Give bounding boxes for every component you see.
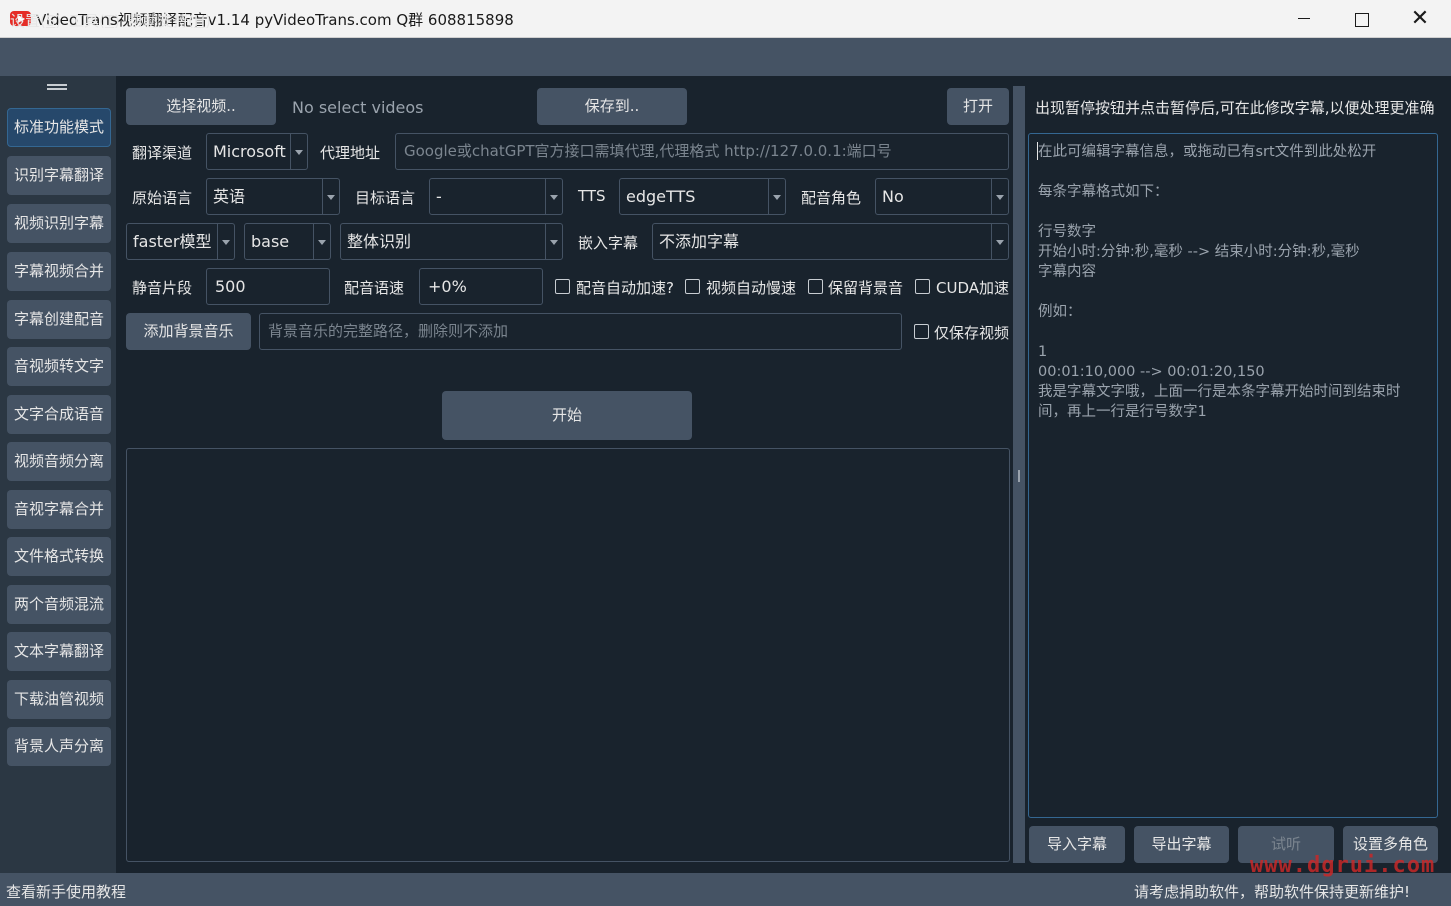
sidebar-item-video-recognize[interactable]: 视频识别字幕	[7, 204, 111, 243]
sidebar-item-subtitle-merge[interactable]: 字幕视频合并	[7, 252, 111, 291]
select-video-button[interactable]: 选择视频..	[126, 88, 276, 125]
auto-speed-label[interactable]: 配音自动加速?	[576, 277, 674, 298]
add-bgm-button[interactable]: 添加背景音乐	[126, 313, 251, 350]
video-slow-label[interactable]: 视频自动慢速	[706, 277, 796, 298]
tts-label: TTS	[578, 187, 606, 205]
sidebar-item-av-sub-merge[interactable]: 音视字幕合并	[7, 490, 111, 529]
recognition-mode-select[interactable]: 整体识别	[340, 223, 563, 260]
only-video-checkbox[interactable]	[914, 324, 929, 339]
video-slow-checkbox[interactable]	[685, 279, 700, 294]
only-video-label[interactable]: 仅保存视频	[934, 322, 1009, 343]
model-size-select[interactable]: base	[244, 223, 331, 260]
translate-channel-label: 翻译渠道	[132, 144, 193, 162]
editor-line: 00:01:10,000 --> 00:01:20,150	[1038, 364, 1265, 380]
start-button[interactable]: 开始	[442, 391, 692, 440]
menu-settings[interactable]: 设置(S)	[10, 10, 61, 31]
source-language-select[interactable]: 英语	[206, 178, 340, 215]
embed-subtitle-label: 嵌入字幕	[578, 234, 639, 252]
sidebar-item-text-translate[interactable]: 文本字幕翻译	[7, 632, 111, 671]
sidebar-item-av-to-text[interactable]: 音视频转文字	[7, 347, 111, 386]
selected-video-label: No select videos	[292, 98, 424, 117]
silence-segment-label: 静音片段	[132, 279, 193, 297]
sidebar-item-subtitle-dub[interactable]: 字幕创建配音	[7, 300, 111, 339]
chevron-down-icon	[217, 224, 234, 259]
tutorial-link[interactable]: 查看新手使用教程	[6, 881, 126, 902]
save-to-button[interactable]: 保存到..	[537, 88, 687, 125]
cuda-label[interactable]: CUDA加速	[936, 277, 1009, 298]
keep-bg-checkbox[interactable]	[808, 279, 823, 294]
close-button[interactable]: ✕	[1391, 0, 1449, 38]
minimize-button[interactable]	[1275, 0, 1333, 38]
keep-bg-label[interactable]: 保留背景音	[828, 277, 903, 298]
target-language-select[interactable]: -	[429, 178, 563, 215]
export-subtitle-button[interactable]: 导出字幕	[1134, 826, 1229, 863]
translate-channel-select[interactable]: Microsoft	[206, 133, 308, 170]
import-subtitle-button[interactable]: 导入字幕	[1029, 826, 1125, 863]
proxy-input[interactable]: Google或chatGPT官方接口需填代理,代理格式 http://127.0…	[395, 133, 1009, 170]
editor-line: 每条字幕格式如下：	[1038, 184, 1169, 200]
donate-link[interactable]: 请考虑捐助软件，帮助软件保持更新维护!	[1134, 881, 1410, 902]
maximize-button[interactable]	[1333, 0, 1391, 38]
sidebar-toggle-icon[interactable]	[47, 84, 67, 90]
sidebar-item-audio-mix[interactable]: 两个音频混流	[7, 585, 111, 624]
model-type-select[interactable]: faster模型	[126, 223, 235, 260]
sidebar-item-recognize-translate[interactable]: 识别字幕翻译	[7, 156, 111, 195]
editor-line: 例如：	[1038, 304, 1082, 320]
sidebar-item-youtube-download[interactable]: 下载油管视频	[7, 680, 111, 719]
tts-select[interactable]: edgeTTS	[619, 178, 786, 215]
sidebar-item-text-to-speech[interactable]: 文字合成语音	[7, 395, 111, 434]
chevron-down-icon	[290, 134, 307, 169]
dub-speed-input[interactable]: +0%	[419, 268, 543, 305]
chevron-down-icon	[322, 179, 339, 214]
editor-line: 1	[1038, 344, 1048, 360]
chevron-down-icon	[545, 224, 562, 259]
target-language-label: 目标语言	[355, 189, 416, 207]
bgm-path-input[interactable]: 背景音乐的完整路径，删除则不添加	[259, 313, 902, 350]
menu-bar	[0, 38, 1451, 76]
editor-line: 行号数字	[1038, 224, 1096, 240]
source-language-label: 原始语言	[132, 189, 193, 207]
silence-segment-input[interactable]: 500	[206, 268, 330, 305]
voice-role-label: 配音角色	[801, 189, 862, 207]
chevron-down-icon	[313, 224, 330, 259]
sidebar-item-format-convert[interactable]: 文件格式转换	[7, 537, 111, 576]
editor-line: 我是字幕文字哦，上面一行是本条字幕开始时间到结束时间，再上一行是行号数字1	[1038, 384, 1401, 420]
sidebar-item-av-separate[interactable]: 视频音频分离	[7, 442, 111, 481]
auto-speed-checkbox[interactable]	[555, 279, 570, 294]
menu-tools[interactable]: 工具(T)	[69, 10, 120, 31]
menu-help[interactable]: 帮助支持(H)	[128, 10, 211, 31]
embed-subtitle-select[interactable]: 不添加字幕	[652, 223, 1009, 260]
subtitle-editor[interactable]: 在此可编辑字幕信息，或拖动已有srt文件到此处松开 每条字幕格式如下： 行号数字…	[1028, 133, 1438, 818]
splitter-grip-icon	[1018, 470, 1020, 482]
editor-line: 在此可编辑字幕信息，或拖动已有srt文件到此处松开	[1038, 144, 1377, 160]
chevron-down-icon	[768, 179, 785, 214]
voice-role-select[interactable]: No	[875, 178, 1009, 215]
text-caret	[1037, 142, 1038, 160]
editor-line: 开始小时:分钟:秒,毫秒 --> 结束小时:分钟:秒,毫秒	[1038, 244, 1360, 260]
proxy-label: 代理地址	[320, 144, 381, 162]
chevron-down-icon	[991, 179, 1008, 214]
dub-speed-label: 配音语速	[344, 279, 405, 297]
open-button[interactable]: 打开	[947, 88, 1009, 125]
cuda-checkbox[interactable]	[915, 279, 930, 294]
editor-line: 字幕内容	[1038, 264, 1096, 280]
sidebar-item-standard-mode[interactable]: 标准功能模式	[7, 108, 111, 147]
sidebar-item-vocal-separate[interactable]: 背景人声分离	[7, 727, 111, 766]
log-output-area[interactable]	[126, 448, 1010, 862]
watermark: www.dgrui.com	[1250, 853, 1436, 878]
chevron-down-icon	[991, 224, 1008, 259]
chevron-down-icon	[545, 179, 562, 214]
subtitle-edit-hint: 出现暂停按钮并点击暂停后,可在此修改字幕,以便处理更准确	[1035, 99, 1435, 117]
